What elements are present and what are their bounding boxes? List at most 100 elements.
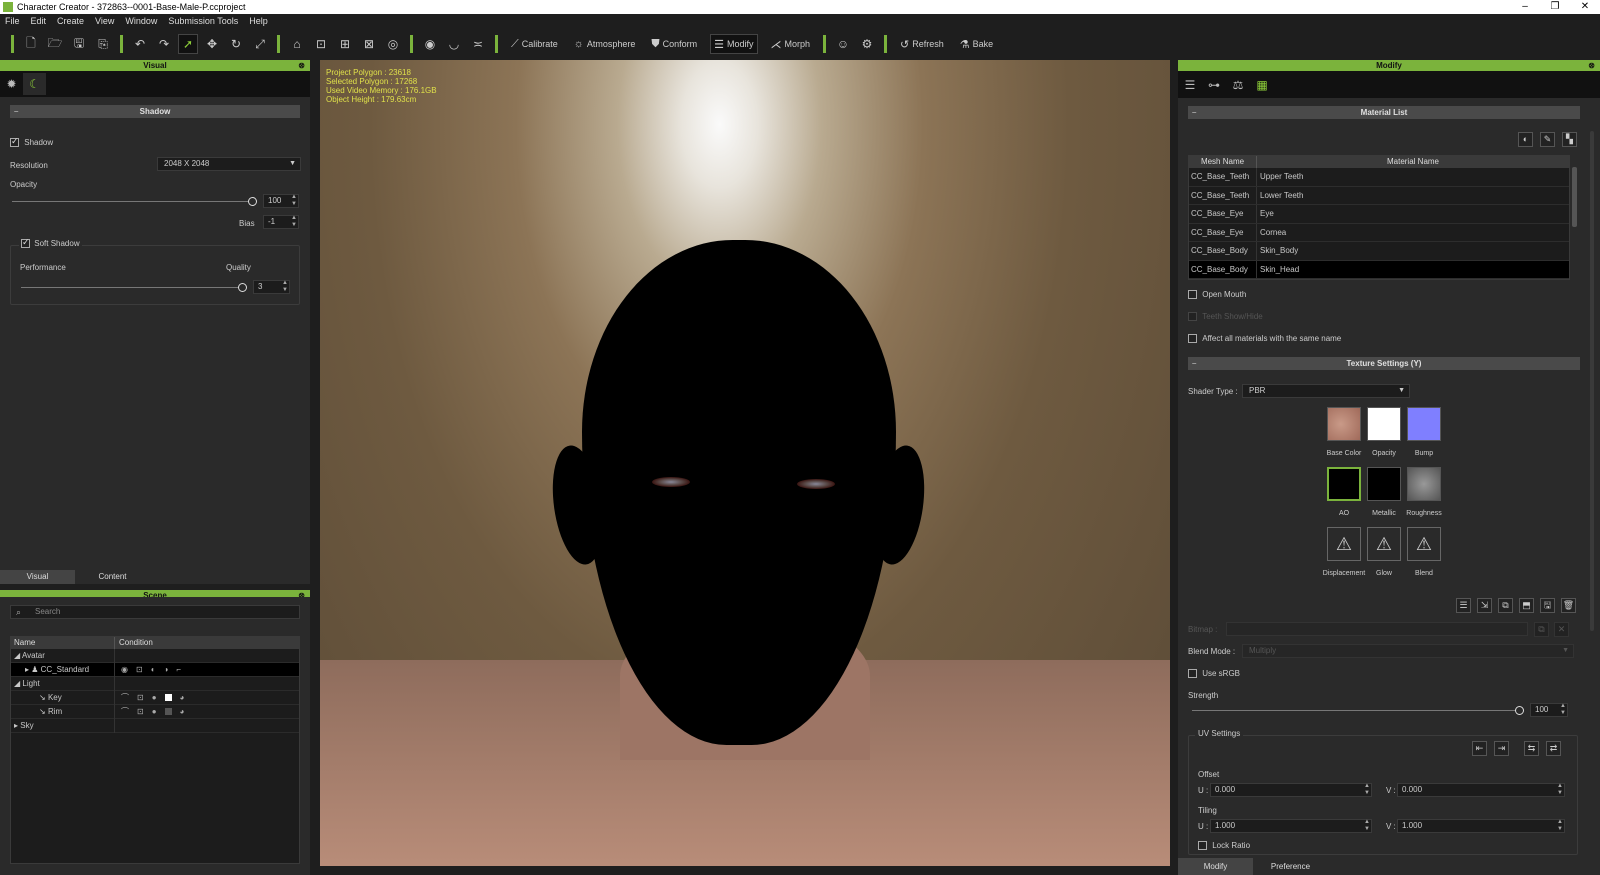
expand-arrow-icon[interactable]: ▸ [25,665,29,674]
scene-row-cc-standard[interactable]: ▸ ♟ CC_Standard ◉ ⊡ ◐ ◑ ⌐ [11,662,299,677]
menu-file[interactable]: File [5,16,20,26]
lock-ratio-checkbox[interactable] [1198,841,1207,851]
material-list-scrollbar[interactable] [1572,167,1577,227]
refresh-button[interactable]: ↺ Refresh [897,34,947,54]
tab-visual[interactable]: Visual [0,570,75,584]
fit-view-icon[interactable]: ⊡ [311,34,331,54]
open-mouth-checkbox[interactable] [1188,290,1197,300]
shading-sphere-icon[interactable]: ◐ [151,665,156,674]
replace-texture-icon[interactable]: ⬒ [1519,598,1534,613]
lock-icon[interactable]: ⊡ [137,707,144,716]
quality-slider-handle[interactable] [238,283,247,292]
ao-texture-slot[interactable] [1327,467,1361,501]
table-row[interactable]: CC_Base_Eye Cornea [1189,223,1569,242]
home-camera-icon[interactable]: ⌂ [287,34,307,54]
base-color-texture-slot[interactable] [1327,407,1361,441]
open-folder-icon[interactable]: 🗁 [45,34,65,54]
spin-arrows-icon[interactable]: ▲ ▼ [1557,783,1563,797]
scene-row-sky[interactable]: ▸ Sky [11,718,299,733]
lock-ratio-row[interactable]: Lock Ratio [1198,841,1250,851]
texture-settings-icon[interactable]: ☰ [1456,598,1471,613]
3d-viewport[interactable]: Project Polygon : 23618 Selected Polygon… [320,60,1170,866]
bitmap-clear-icon[interactable]: ✕ [1554,622,1569,637]
person-icon[interactable]: ☺ [833,34,853,54]
table-row[interactable]: CC_Base_Teeth Lower Teeth [1189,186,1569,205]
material-tab-icon[interactable]: ▦ [1250,74,1274,96]
morph-button[interactable]: ⋌ Morph [768,34,814,54]
load-texture-icon[interactable]: ⇲ [1477,598,1492,613]
shader-type-select[interactable]: PBR ▼ [1242,384,1410,398]
column-condition-header[interactable]: Condition [115,637,153,649]
mouth-icon[interactable]: ≍ [468,34,488,54]
soft-shadow-checkbox[interactable] [21,237,30,249]
shadow-section-header[interactable]: – Shadow [10,105,300,118]
bump-texture-slot[interactable] [1407,407,1441,441]
flip-v-icon[interactable]: ⇥ [1494,741,1509,756]
spin-arrows-icon[interactable]: ▲ ▼ [291,194,297,208]
spin-arrows-icon[interactable]: ▲ ▼ [291,215,297,229]
column-name-header[interactable]: Name [11,637,115,649]
restore-icon[interactable]: ❐ [1540,0,1570,14]
spin-arrows-icon[interactable]: ▲ ▼ [1557,819,1563,833]
resolution-select[interactable]: 2048 X 2048 ▼ [157,157,301,171]
new-file-icon[interactable]: 🗋 [21,34,41,54]
material-sphere-icon[interactable]: ◑ [164,665,169,674]
bake-button[interactable]: ⚗ Bake [957,34,996,54]
select-arrow-icon[interactable]: ➚ [178,34,198,54]
launch-editor-icon[interactable]: ⧉ [1498,598,1513,613]
use-srgb-checkbox[interactable] [1188,669,1197,679]
strength-slider-track[interactable] [1192,710,1518,711]
visibility-eye-icon[interactable]: ⌒ [121,692,129,703]
scene-search-input[interactable]: ⌕ Search [10,605,300,619]
spin-arrows-icon[interactable]: ▲ ▼ [1364,783,1370,797]
frame-selected-icon[interactable]: ⊞ [335,34,355,54]
save-icon[interactable]: 🖫 [69,34,89,54]
light-on-icon[interactable]: ● [152,707,157,716]
move-icon[interactable]: ✥ [202,34,222,54]
metallic-texture-slot[interactable] [1367,467,1401,501]
calibrate-button[interactable]: ⟋ Calibrate [508,34,561,54]
opacity-slider-handle[interactable] [248,197,257,206]
light-color-swatch[interactable] [164,694,172,701]
physics-tab-icon[interactable]: ⚖ [1226,74,1250,96]
bias-spinbox[interactable]: -1 ▲ ▼ [263,215,299,229]
atmosphere-button[interactable]: ☼ Atmosphere [571,34,639,54]
rotate-icon[interactable]: ↻ [226,34,246,54]
expand-arrow-icon[interactable]: ▸ [14,721,18,730]
undo-icon[interactable]: ↶ [130,34,150,54]
shadow-sphere-icon[interactable]: ◕ [180,693,185,702]
flip-u-icon[interactable]: ⇤ [1472,741,1487,756]
link-icon[interactable]: ⌐ [176,665,181,674]
light-color-swatch[interactable] [164,708,172,715]
mesh-name-header[interactable]: Mesh Name [1189,156,1257,168]
use-srgb-row[interactable]: Use sRGB [1188,669,1240,679]
spin-arrows-icon[interactable]: ▲ ▼ [1364,819,1370,833]
save-as-icon[interactable]: ⎘ [93,34,113,54]
panel-close-icon[interactable]: ⊗ [1588,60,1595,71]
modify-button[interactable]: ☰ Modify [710,34,758,54]
quality-slider-track[interactable] [21,287,241,288]
material-name-header[interactable]: Material Name [1257,156,1569,168]
visibility-eye-icon[interactable]: ⌒ [121,706,129,717]
save-texture-icon[interactable]: 🖫 [1540,598,1555,613]
material-sphere-icon[interactable]: ◐ [1518,132,1533,147]
visibility-eye-icon[interactable]: ◉ [121,665,128,674]
bitmap-field[interactable] [1226,622,1528,636]
table-row[interactable]: CC_Base_Teeth Upper Teeth [1189,168,1569,187]
scene-row-light[interactable]: ◢ Light [11,676,299,691]
adjust-tab-icon[interactable]: ⊶ [1202,74,1226,96]
menu-view[interactable]: View [95,16,114,26]
lock-icon[interactable]: ⊡ [136,665,143,674]
lower-eyelid-icon[interactable]: ◡ [444,34,464,54]
menu-edit[interactable]: Edit [31,16,47,26]
quality-spinbox[interactable]: 3 ▲ ▼ [253,280,290,294]
scene-row-key[interactable]: ↘ Key ⌒ ⊡ ● ◕ [11,690,299,705]
table-row-selected[interactable]: CC_Base_Body Skin_Head [1189,260,1569,279]
eye-icon[interactable]: ◉ [420,34,440,54]
rotate-uv-left-icon[interactable]: ⇆ [1524,741,1539,756]
open-mouth-row[interactable]: Open Mouth [1188,290,1246,300]
shadow-tab-icon[interactable]: ☾ [23,73,46,95]
displacement-warning-icon[interactable]: ⚠ [1327,527,1361,561]
expand-arrow-icon[interactable]: ◢ [14,679,20,688]
offset-u-spinbox[interactable]: 0.000 ▲ ▼ [1210,783,1372,797]
